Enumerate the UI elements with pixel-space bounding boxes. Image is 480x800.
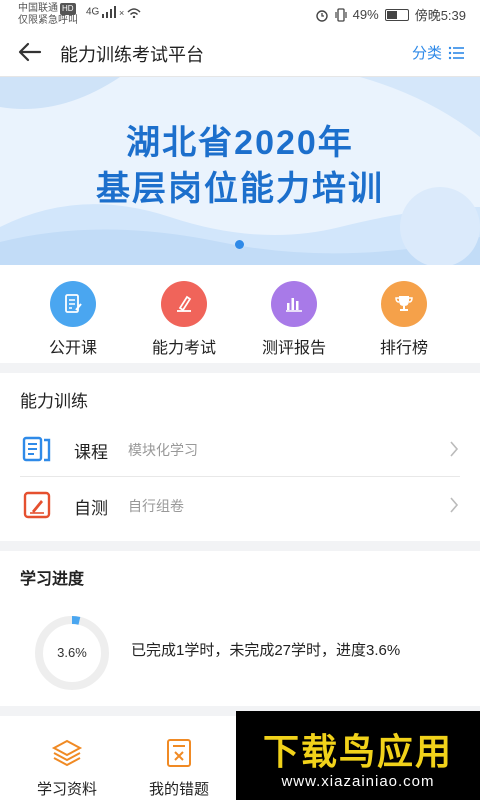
section-title: 能力训练: [20, 392, 88, 411]
self-test-icon: [23, 491, 51, 519]
bottom-nav-label: 我的错题: [148, 781, 209, 798]
quick-nav: 公开课 能力考试 测评报告 排行榜: [0, 265, 480, 363]
status-right: 49% 傍晚5:39: [315, 5, 466, 24]
quick-nav-label: 公开课: [48, 340, 97, 357]
hd-badge: HD: [60, 3, 76, 15]
signal-indicator: 4G ×: [86, 6, 142, 19]
chevron-right-icon: [450, 497, 459, 513]
section-title: 学习进度: [20, 571, 85, 588]
vibrate-icon: [335, 7, 347, 22]
row-subtitle: 自行组卷: [128, 498, 184, 514]
carrier-info: 中国联通 HD 仅限紧急呼叫: [18, 2, 78, 27]
trophy-icon: [381, 281, 427, 327]
quick-nav-ranking[interactable]: 排行榜: [349, 281, 459, 358]
training-section: 能力训练 课程 模块化学习 自测 自行组卷: [0, 373, 480, 541]
course-icon: [22, 436, 51, 462]
progress-percent: 3.6%: [57, 645, 87, 660]
quick-nav-label: 测评报告: [261, 340, 326, 357]
row-subtitle: 模块化学习: [128, 442, 198, 458]
bar-chart-icon: [271, 281, 317, 327]
banner-title-line1: 湖北省2020年: [126, 124, 354, 162]
banner-title-line2: 基层岗位能力培训: [96, 170, 384, 208]
bottom-nav-label: 学习资料: [36, 781, 97, 798]
watermark-url: www.xiazainiao.com: [281, 773, 435, 790]
watermark-title: 下载鸟应用: [262, 731, 453, 772]
exam-pen-icon: [161, 281, 207, 327]
banner-carousel[interactable]: 湖北省2020年 基层岗位能力培训: [0, 77, 480, 265]
battery-icon: [384, 8, 409, 21]
status-bar: 中国联通 HD 仅限紧急呼叫 4G × 49% 傍晚5:39: [0, 0, 480, 28]
self-test-row[interactable]: 自测 自行组卷: [0, 477, 480, 533]
chevron-right-icon: [450, 441, 459, 457]
svg-text:×: ×: [119, 8, 124, 18]
study-materials-button[interactable]: 学习资料: [12, 738, 122, 799]
carrier-name: 中国联通: [18, 3, 58, 14]
document-edit-icon: [50, 281, 96, 327]
carousel-indicator[interactable]: [235, 240, 244, 249]
layers-icon: [51, 739, 83, 767]
carrier-note: 仅限紧急呼叫: [18, 15, 78, 26]
quick-nav-exam[interactable]: 能力考试: [129, 281, 239, 358]
app-header: 能力训练考试平台 分类: [0, 28, 480, 77]
watermark-overlay: 下载鸟应用 www.xiazainiao.com: [236, 711, 480, 800]
page-title: 能力训练考试平台: [60, 45, 204, 65]
course-row[interactable]: 课程 模块化学习: [0, 421, 480, 477]
network-type: 4G: [86, 6, 100, 18]
category-label: 分类: [411, 45, 442, 62]
category-button[interactable]: 分类: [412, 42, 464, 63]
quick-nav-label: 能力考试: [151, 340, 216, 357]
row-title: 课程: [74, 443, 108, 462]
quick-nav-report[interactable]: 测评报告: [239, 281, 349, 358]
quick-nav-label: 排行榜: [379, 340, 428, 357]
row-title: 自测: [74, 499, 108, 518]
signal-icon: ×: [102, 6, 141, 19]
clock: 傍晚5:39: [414, 8, 466, 23]
wrong-questions-icon: [167, 739, 191, 767]
alarm-icon: [315, 9, 328, 22]
list-menu-icon: [448, 46, 464, 59]
progress-description: 已完成1学时，未完成27学时，进度3.6%: [131, 642, 401, 659]
back-arrow-icon[interactable]: [16, 38, 44, 66]
wrong-questions-button[interactable]: 我的错题: [124, 738, 234, 799]
progress-section: 学习进度 3.6% 已完成1学时，未完成27学时，进度3.6%: [0, 551, 480, 706]
battery-percent: 49%: [352, 7, 379, 22]
quick-nav-open-course[interactable]: 公开课: [18, 281, 128, 358]
